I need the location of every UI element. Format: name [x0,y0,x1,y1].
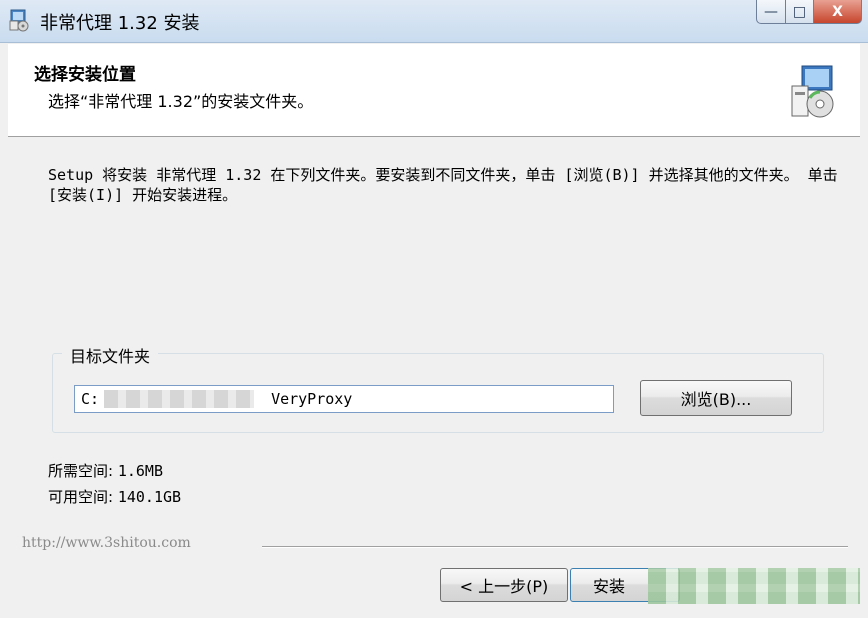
body-panel: Setup 将安装 非常代理 1.32 在下列文件夹。要安装到不同文件夹，单击 … [8,137,860,607]
title-bar[interactable]: 非常代理 1.32 安装 — □ X [0,0,868,43]
space-available-label: 可用空间: [48,488,114,506]
header-panel: 选择安装位置 选择“非常代理 1.32”的安装文件夹。 [8,44,860,137]
space-required-value: 1.6MB [117,462,163,480]
page-subtitle: 选择“非常代理 1.32”的安装文件夹。 [48,92,314,111]
path-prefix: C: [81,390,100,408]
minimize-button[interactable]: — [756,0,786,24]
space-available: 可用空间: 140.1GB [48,486,181,507]
space-available-value: 140.1GB [117,488,182,506]
page-title: 选择安装位置 [34,65,136,85]
path-suffix: VeryProxy [271,390,353,408]
obscured-buttons-region [648,568,860,604]
window-controls: — □ X [756,0,862,28]
installer-icon [8,8,30,32]
footer-divider [262,546,848,548]
space-required-label: 所需空间: [48,462,114,480]
close-button[interactable]: X [814,0,862,24]
destination-group-label: 目标文件夹 [62,343,159,367]
back-button[interactable]: < 上一步(P) [440,568,568,602]
browse-button[interactable]: 浏览(B)... [640,380,792,416]
space-required: 所需空间: 1.6MB [48,460,163,481]
maximize-button[interactable]: □ [786,0,814,24]
installer-cd-icon [790,62,838,120]
window-title: 非常代理 1.32 安装 [40,13,200,34]
description-text: Setup 将安装 非常代理 1.32 在下列文件夹。要安装到不同文件夹，单击 … [48,166,847,204]
footer-url: http://www.3shitou.com [22,535,191,551]
path-obscured-region [104,390,254,408]
